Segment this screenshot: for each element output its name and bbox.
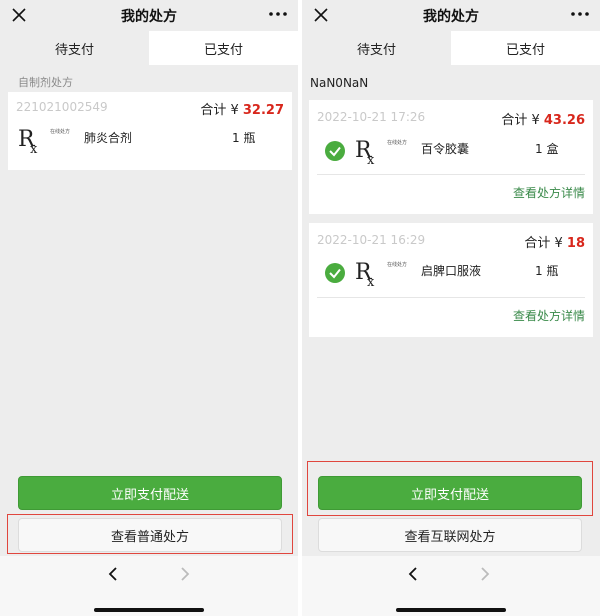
view-prescription-details-link[interactable]: 查看处方详情: [513, 184, 585, 201]
total-price: 合计 ¥ 43.26: [501, 109, 585, 128]
home-indicator: [94, 608, 204, 612]
forward-icon[interactable]: [178, 566, 192, 582]
drug-name: 启脾口服液: [421, 264, 482, 278]
view-prescription-details-link[interactable]: 查看处方详情: [513, 307, 585, 324]
prescription-card[interactable]: 221021002549 合计 ¥ 32.27 R x 在线处方 肺炎合剂 1 …: [8, 92, 292, 170]
total-label: 合计 ¥: [200, 103, 243, 118]
section-label: NaN0NaN: [310, 76, 369, 90]
drug-quantity: 1 盒: [535, 142, 559, 156]
rx-online-label: 在线处方: [387, 140, 408, 146]
view-regular-prescription-button[interactable]: 查看普通处方: [18, 518, 282, 552]
prescription-date: 2022-10-21 17:26: [317, 110, 426, 124]
svg-text:x: x: [367, 153, 375, 165]
drug-name: 百令胶囊: [421, 142, 470, 156]
home-indicator: [396, 608, 506, 612]
prescription-card[interactable]: 2022-10-21 16:29 合计 ¥ 18 R x 在线处方 启脾口服液 …: [309, 223, 593, 337]
more-icon[interactable]: [570, 8, 590, 20]
back-icon[interactable]: [406, 566, 420, 582]
drug-name: 肺炎合剂: [84, 131, 133, 145]
tab-paid[interactable]: 已支付: [149, 31, 298, 65]
card-divider: [317, 297, 585, 298]
forward-icon[interactable]: [478, 566, 492, 582]
total-label: 合计 ¥: [501, 113, 544, 128]
tab-unpaid[interactable]: 待支付: [0, 31, 149, 65]
drug-quantity: 1 瓶: [535, 264, 559, 278]
order-id: 221021002549: [16, 100, 108, 114]
nav-header: 我的处方: [302, 0, 600, 31]
section-label: 自制剂处方: [18, 76, 73, 89]
pay-delivery-button[interactable]: 立即支付配送: [18, 476, 282, 510]
check-circle-icon: [325, 141, 345, 161]
total-label: 合计 ¥: [524, 236, 567, 251]
svg-text:x: x: [30, 142, 38, 154]
check-circle-icon: [325, 263, 345, 283]
nav-header: 我的处方: [0, 0, 298, 31]
tab-paid[interactable]: 已支付: [451, 31, 600, 65]
drug-quantity: 1 瓶: [232, 131, 256, 145]
card-divider: [317, 174, 585, 175]
prescription-card[interactable]: 2022-10-21 17:26 合计 ¥ 43.26 R x 在线处方 百令胶…: [309, 100, 593, 214]
total-amount: 43.26: [543, 113, 585, 128]
page-title: 我的处方: [121, 9, 177, 25]
svg-text:x: x: [367, 275, 375, 287]
rx-icon: R x: [355, 138, 375, 165]
screen-left: 我的处方 待支付 已支付 自制剂处方 221021002549 合计 ¥ 32.…: [0, 0, 298, 616]
back-icon[interactable]: [106, 566, 120, 582]
more-icon[interactable]: [268, 8, 288, 20]
pay-delivery-button[interactable]: 立即支付配送: [318, 476, 582, 510]
view-internet-prescription-button[interactable]: 查看互联网处方: [318, 518, 582, 552]
total-price: 合计 ¥ 32.27: [200, 99, 284, 118]
screen-right: 我的处方 待支付 已支付 NaN0NaN 2022-10-21 17:26 合计…: [302, 0, 600, 616]
prescription-date: 2022-10-21 16:29: [317, 233, 426, 247]
browser-bottom-bar: [302, 556, 600, 616]
total-price: 合计 ¥ 18: [524, 232, 585, 251]
rx-online-label: 在线处方: [50, 129, 71, 135]
total-amount: 32.27: [242, 103, 284, 118]
total-amount: 18: [566, 236, 585, 251]
rx-icon: R x: [18, 127, 38, 154]
rx-icon: R x: [355, 260, 375, 287]
tab-bar: 待支付 已支付: [0, 31, 298, 65]
rx-online-label: 在线处方: [387, 262, 408, 268]
tab-bar: 待支付 已支付: [302, 31, 600, 65]
tab-unpaid[interactable]: 待支付: [302, 31, 451, 65]
page-title: 我的处方: [423, 9, 479, 25]
browser-bottom-bar: [0, 556, 298, 616]
